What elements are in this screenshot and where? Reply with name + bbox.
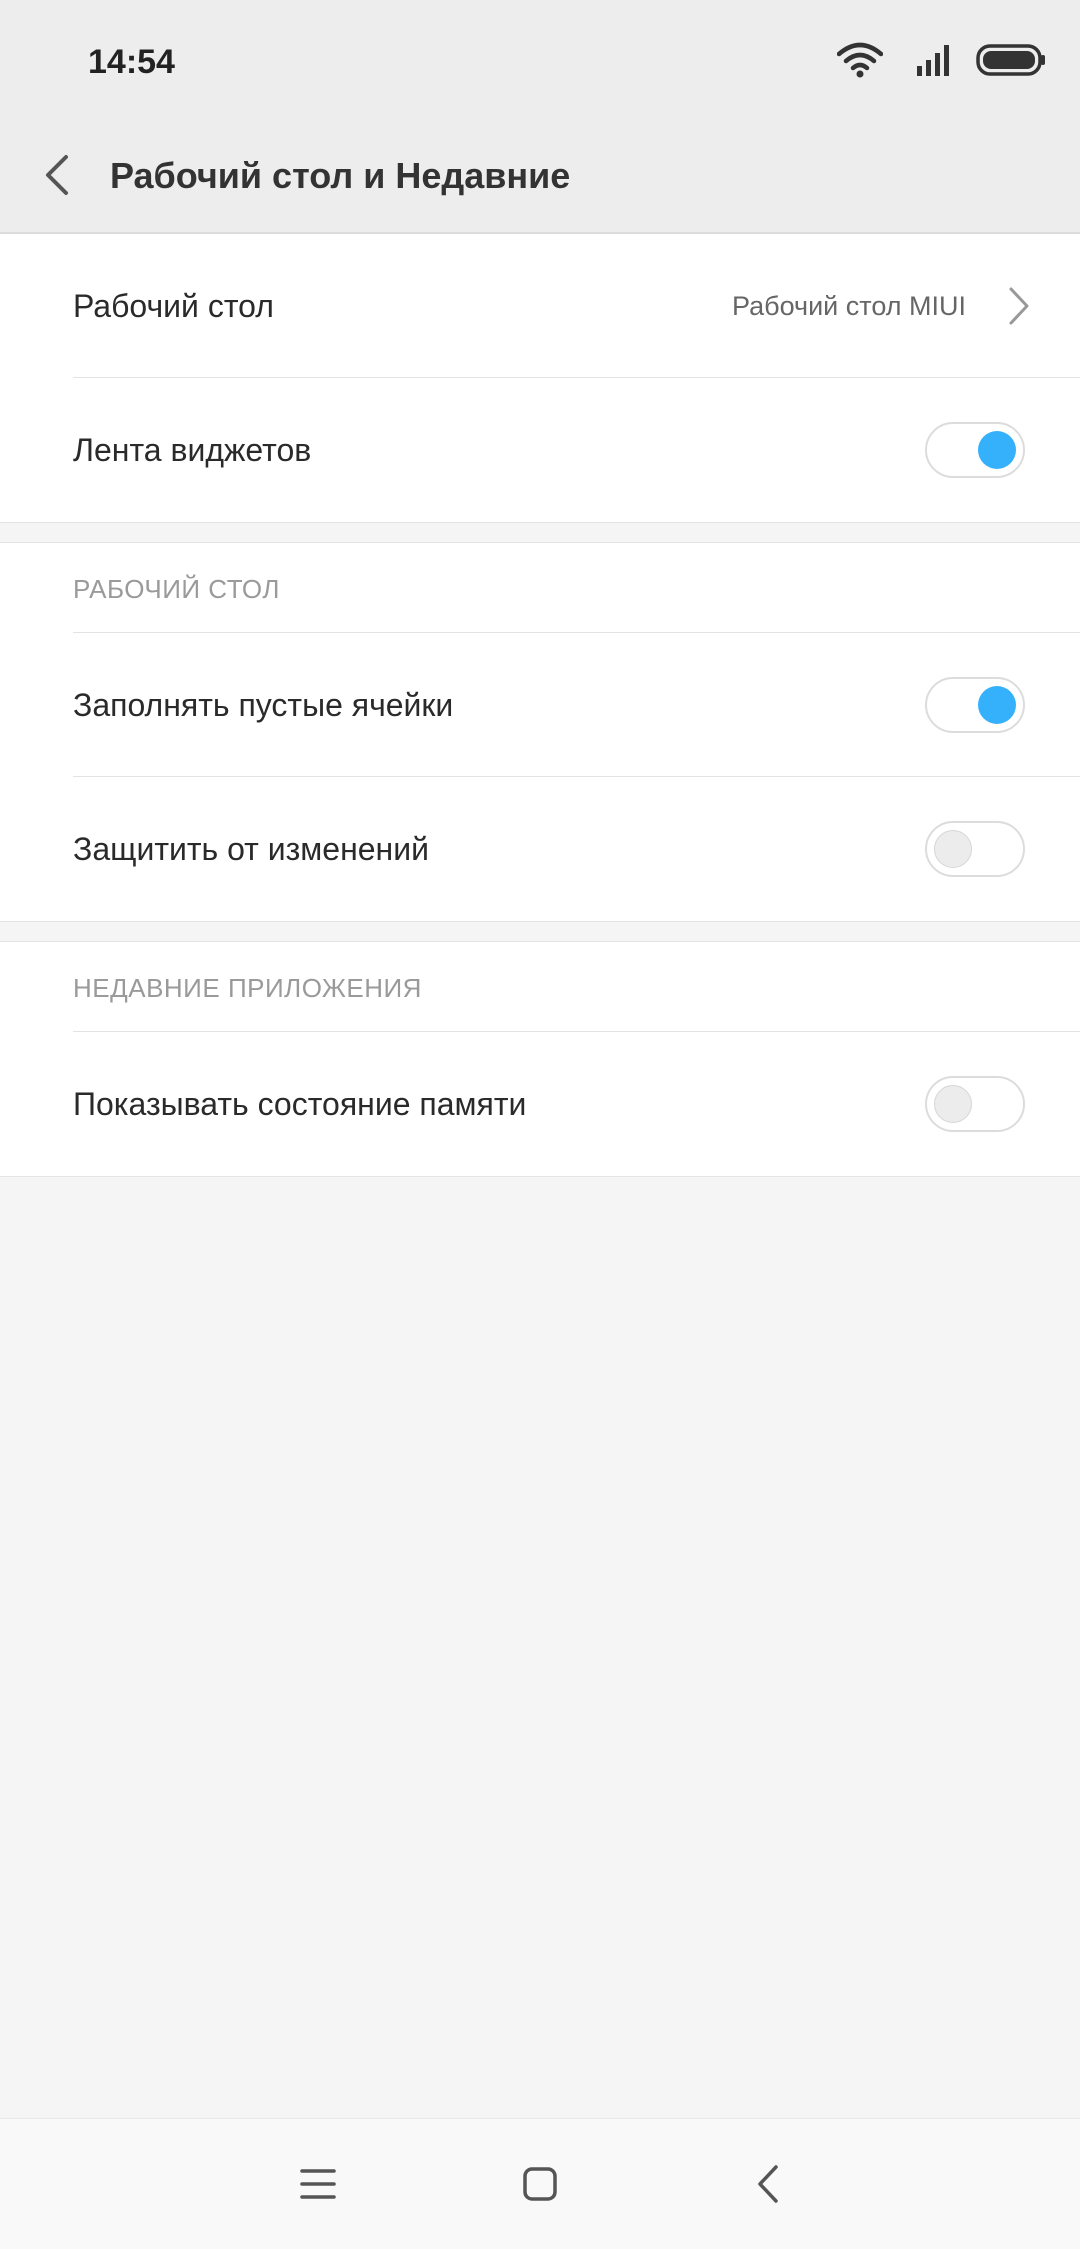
page-title: Рабочий стол и Недавние [110, 155, 571, 196]
nav-back-button[interactable] [728, 2149, 808, 2219]
toggle-knob [934, 1085, 972, 1123]
section-header-desktop: РАБОЧИЙ СТОЛ [73, 574, 280, 604]
row-label-show-memory: Показывать состояние памяти [73, 1086, 527, 1122]
row-label-fill-empty-cells: Заполнять пустые ячейки [73, 687, 454, 723]
row-protect-changes[interactable]: Защитить от изменений [0, 777, 1080, 921]
back-arrow-icon [46, 155, 68, 195]
home-icon [523, 2167, 557, 2201]
signal-icon [917, 45, 949, 76]
row-value-desktop: Рабочий стол MIUI [732, 291, 966, 321]
row-widget-feed[interactable]: Лента виджетов [0, 378, 1080, 522]
toggle-protect-changes[interactable] [925, 821, 1025, 877]
toggle-show-memory[interactable] [925, 1076, 1025, 1132]
row-label-desktop: Рабочий стол [73, 288, 274, 324]
row-show-memory[interactable]: Показывать состояние памяти [0, 1032, 1080, 1176]
nav-menu-button[interactable] [278, 2149, 358, 2219]
toggle-knob [978, 431, 1016, 469]
back-button[interactable] [28, 138, 88, 210]
row-desktop[interactable]: Рабочий стол Рабочий стол MIUI [0, 234, 1080, 378]
section-header-recent-apps: НЕДАВНИЕ ПРИЛОЖЕНИЯ [73, 973, 422, 1003]
section-main: Рабочий стол Рабочий стол MIUI Лента вид… [0, 234, 1080, 523]
toggle-widget-feed[interactable] [925, 422, 1025, 478]
chevron-right-icon [1009, 287, 1029, 325]
back-icon [758, 2165, 778, 2203]
section-header-row: РАБОЧИЙ СТОЛ [0, 543, 1080, 633]
wifi-icon [837, 42, 883, 78]
toggle-fill-empty-cells[interactable] [925, 677, 1025, 733]
battery-icon [976, 44, 1045, 76]
status-bar: 14:54 [0, 0, 1080, 120]
row-fill-empty-cells[interactable]: Заполнять пустые ячейки [0, 633, 1080, 777]
row-label-protect-changes: Защитить от изменений [73, 831, 429, 867]
nav-home-button[interactable] [500, 2149, 580, 2219]
toggle-knob [978, 686, 1016, 724]
navigation-bar [0, 2118, 1080, 2249]
section-header-row: НЕДАВНИЕ ПРИЛОЖЕНИЯ [0, 942, 1080, 1032]
status-time: 14:54 [88, 43, 175, 81]
section-desktop: РАБОЧИЙ СТОЛ Заполнять пустые ячейки Защ… [0, 542, 1080, 922]
title-bar: Рабочий стол и Недавние [0, 120, 1080, 234]
section-recent-apps: НЕДАВНИЕ ПРИЛОЖЕНИЯ Показывать состояние… [0, 941, 1080, 1177]
toggle-knob [934, 830, 972, 868]
status-icons [780, 0, 1080, 120]
menu-icon [300, 2169, 336, 2199]
row-label-widget-feed: Лента виджетов [73, 432, 312, 468]
